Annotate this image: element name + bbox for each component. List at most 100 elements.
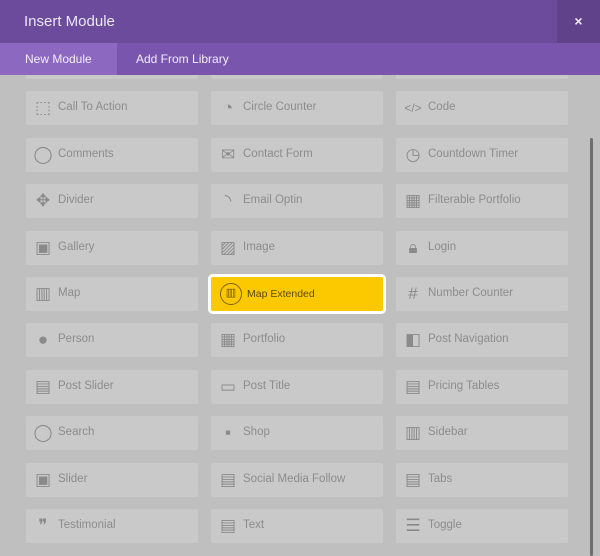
module-code[interactable]: </> Code (396, 91, 568, 125)
module-label: Sidebar (428, 426, 468, 438)
module-label: Search (58, 426, 95, 438)
module-label: Comments (58, 148, 114, 160)
module-label: Pricing Tables (428, 380, 500, 392)
module-button[interactable]: ▭Button (396, 75, 568, 79)
module-blog[interactable]: ▤Blog (26, 75, 198, 79)
module-label: Text (243, 519, 265, 531)
module-label: Countdown Timer (428, 148, 519, 160)
search-icon: ◯ (33, 423, 53, 442)
module-post-title[interactable]: ▭ Post Title (211, 370, 383, 404)
module-divider[interactable]: ✥ Divider (26, 184, 198, 218)
module-comments[interactable]: ◯ Comments (26, 138, 198, 172)
module-label: Divider (58, 194, 94, 206)
module-label: Map (58, 287, 81, 299)
module-label: Person (58, 333, 95, 345)
modal-header: Insert Module × (0, 0, 600, 43)
shop-icon: ▪ (224, 423, 232, 442)
quote-icon: ❞ (38, 516, 48, 535)
insert-module-modal: Insert Module × New Module Add From Libr… (0, 0, 600, 556)
module-toggle[interactable]: ☰ Toggle (396, 509, 568, 543)
tab-add-from-library[interactable]: Add From Library (111, 43, 254, 75)
module-post-slider[interactable]: ▤ Post Slider (26, 370, 198, 404)
tab-bar: New Module Add From Library (0, 43, 600, 75)
module-social-media-follow[interactable]: ▤ Social Media Follow (211, 463, 383, 497)
map-icon: ▥ (34, 284, 52, 303)
module-slider[interactable]: ▣ Slider (26, 463, 198, 497)
scrollbar[interactable] (590, 138, 593, 556)
module-label: Image (243, 241, 275, 253)
module-label: Contact Form (243, 148, 313, 160)
hash-icon: # (408, 284, 418, 303)
module-shop[interactable]: ▪ Shop (211, 416, 383, 450)
module-label: Testimonial (58, 519, 116, 531)
module-email-optin[interactable]: ◝ Email Optin (211, 184, 383, 218)
module-sidebar[interactable]: ▥ Sidebar (396, 416, 568, 450)
pricing-tables-icon: ▤ (404, 377, 422, 396)
module-number-counter[interactable]: # Number Counter (396, 277, 568, 311)
module-contact-form[interactable]: ✉ Contact Form (211, 138, 383, 172)
text-icon: ▤ (219, 516, 237, 535)
module-gallery[interactable]: ▣ Gallery (26, 231, 198, 265)
grid-icon: ▦ (219, 330, 237, 349)
module-label: Circle Counter (243, 101, 317, 113)
post-slider-icon: ▤ (34, 377, 52, 396)
module-testimonial[interactable]: ❞ Testimonial (26, 509, 198, 543)
module-map-extended[interactable]: ▥ Map Extended (211, 277, 383, 311)
post-title-icon: ▭ (219, 377, 237, 396)
module-label: Tabs (428, 473, 453, 485)
slider-icon: ▣ (34, 470, 52, 489)
toggle-icon: ☰ (405, 516, 421, 535)
image-icon: ▨ (219, 238, 237, 257)
envelope-icon: ✉ (220, 145, 236, 164)
module-portfolio[interactable]: ▦ Portfolio (211, 323, 383, 357)
social-follow-icon: ▤ (219, 470, 237, 489)
filterable-grid-icon: ▦ (404, 191, 422, 210)
module-grid: ▤Blog ◇Blurb ▭Button ⬚ Call To Action ◔ Circle… (0, 75, 600, 556)
module-image[interactable]: ▨ Image (211, 231, 383, 265)
module-login[interactable]: 🔒︎ Login (396, 231, 568, 265)
module-blurb[interactable]: ◇Blurb (211, 75, 383, 79)
gallery-icon: ▣ (34, 238, 52, 257)
map-extended-icon: ▥ (220, 283, 242, 305)
module-label: Slider (58, 473, 88, 485)
module-call-to-action[interactable]: ⬚ Call To Action (26, 91, 198, 125)
comments-icon: ◯ (33, 145, 53, 164)
module-label: Filterable Portfolio (428, 194, 521, 206)
modal-title: Insert Module (24, 13, 115, 30)
rss-icon: ◝ (224, 191, 232, 210)
module-label: Toggle (428, 519, 462, 531)
sidebar-icon: ▥ (404, 423, 422, 442)
module-search[interactable]: ◯ Search (26, 416, 198, 450)
divider-icon: ✥ (35, 191, 51, 210)
call-to-action-icon: ⬚ (34, 98, 52, 117)
module-circle-counter[interactable]: ◔ Circle Counter (211, 91, 383, 125)
lock-icon: 🔒︎ (408, 238, 418, 257)
timer-icon: ◷ (405, 145, 421, 164)
module-label: Call To Action (58, 101, 128, 113)
module-label: Post Slider (58, 380, 114, 392)
module-countdown-timer[interactable]: ◷ Countdown Timer (396, 138, 568, 172)
module-label: Gallery (58, 241, 95, 253)
person-icon: ● (37, 330, 49, 349)
close-button[interactable]: × (557, 0, 600, 43)
tab-new-module[interactable]: New Module (0, 43, 117, 75)
module-label: Social Media Follow (243, 473, 346, 485)
module-label: Post Navigation (428, 333, 509, 345)
module-text[interactable]: ▤ Text (211, 509, 383, 543)
module-label: Shop (243, 426, 270, 438)
module-pricing-tables[interactable]: ▤ Pricing Tables (396, 370, 568, 404)
module-label: Code (428, 101, 456, 113)
module-tabs[interactable]: ▤ Tabs (396, 463, 568, 497)
module-label: Login (428, 241, 457, 253)
module-person[interactable]: ● Person (26, 323, 198, 357)
module-filterable-portfolio[interactable]: ▦ Filterable Portfolio (396, 184, 568, 218)
module-post-navigation[interactable]: ◧ Post Navigation (396, 323, 568, 357)
module-label: Portfolio (243, 333, 286, 345)
circle-counter-icon: ◔ (222, 98, 234, 117)
code-icon: </> (404, 101, 422, 115)
tabs-icon: ▤ (404, 470, 422, 489)
module-map[interactable]: ▥ Map (26, 277, 198, 311)
module-label: Map Extended (247, 288, 315, 300)
module-label: Post Title (243, 380, 291, 392)
module-label: Email Optin (243, 194, 303, 206)
